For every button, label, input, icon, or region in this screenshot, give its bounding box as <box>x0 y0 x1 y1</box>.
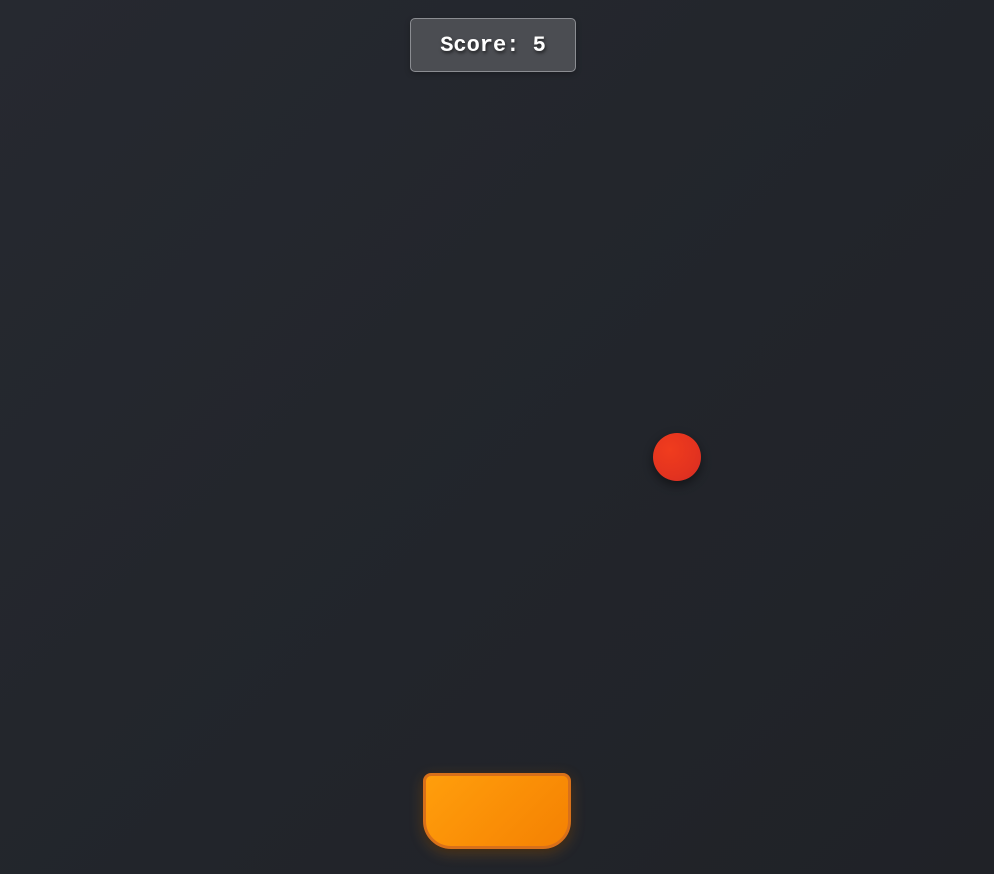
score-value: 5 <box>532 32 546 58</box>
game-area[interactable]: Score: 5 <box>0 0 994 874</box>
paddle-icon[interactable] <box>423 773 571 849</box>
score-display: Score: 5 <box>410 18 576 72</box>
score-label: Score: <box>440 32 520 58</box>
ball-icon <box>653 433 701 481</box>
